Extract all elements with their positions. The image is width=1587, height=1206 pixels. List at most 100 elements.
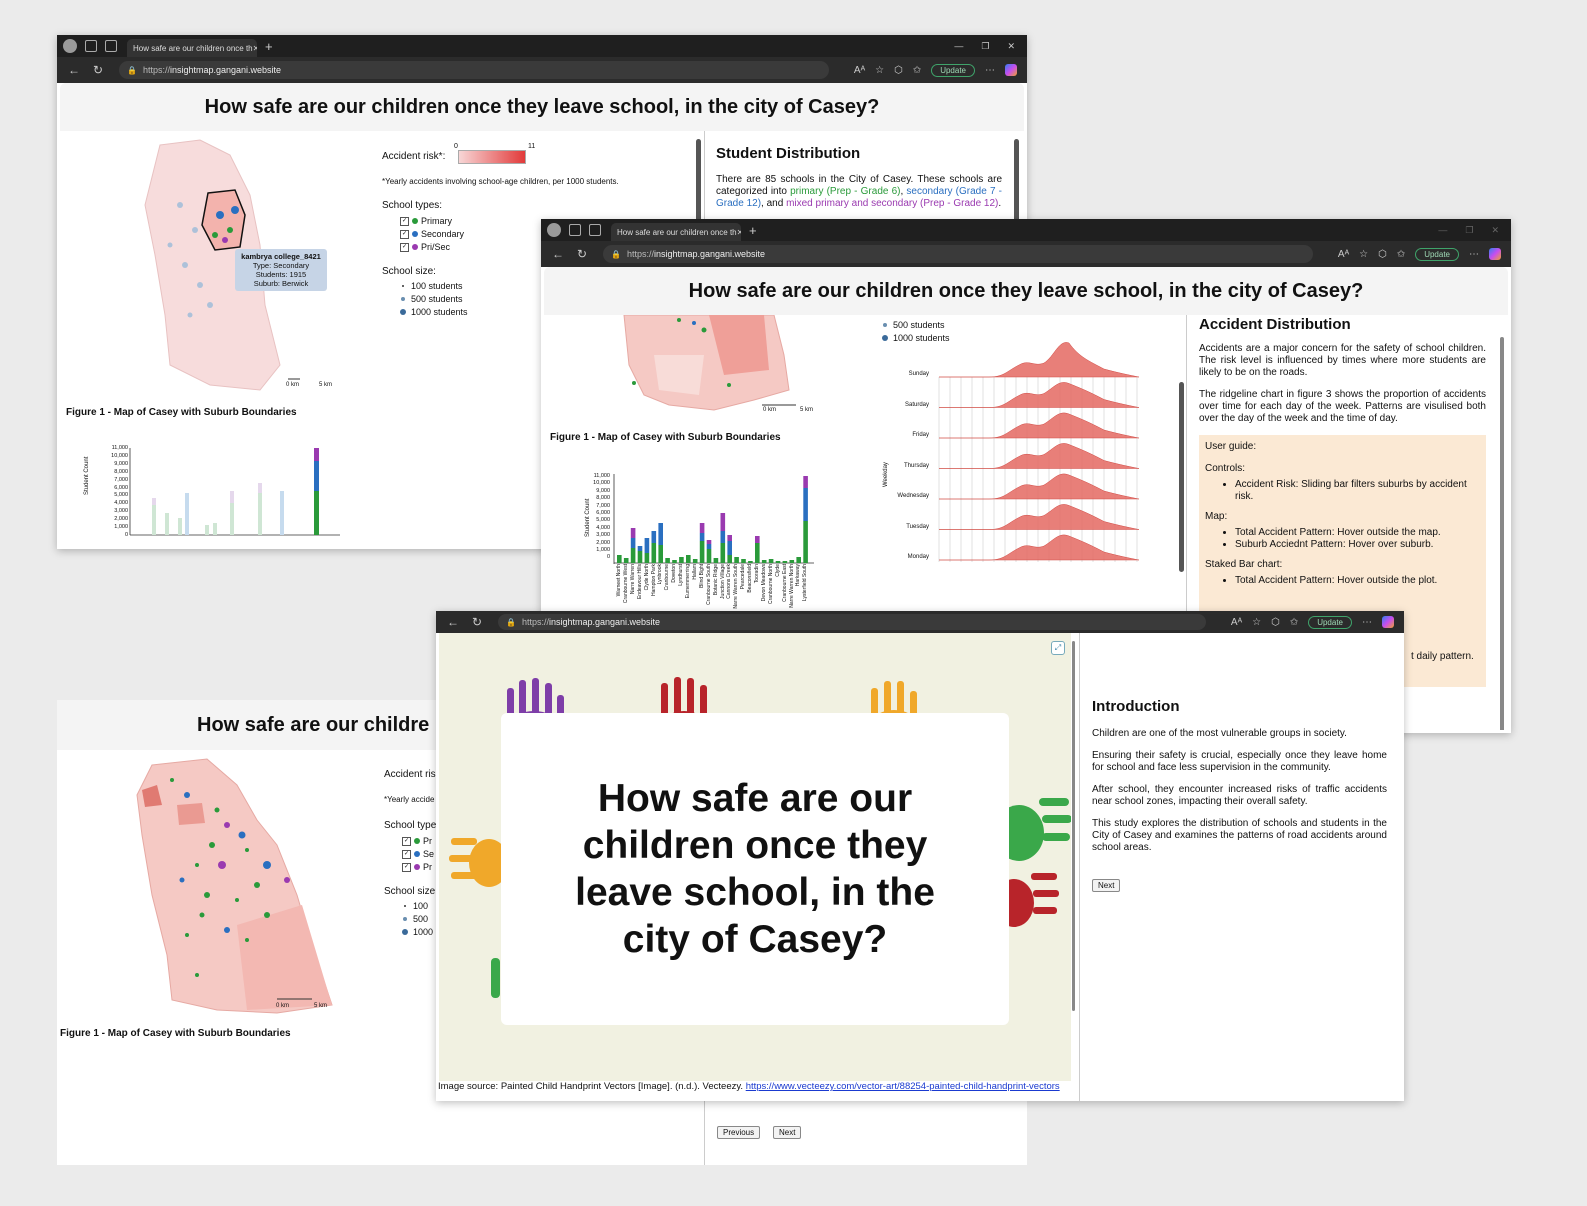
type-primary[interactable]: ✓ Pr — [402, 836, 434, 846]
new-tab-icon[interactable]: + — [749, 223, 757, 238]
workspaces-icon[interactable] — [85, 40, 97, 52]
extensions-icon[interactable]: ⬡ — [894, 65, 903, 76]
favorites-icon[interactable]: ✩ — [1290, 617, 1298, 628]
back-icon[interactable]: ← — [67, 63, 81, 77]
bar-segment[interactable] — [727, 541, 732, 555]
close-window-icon[interactable]: ✕ — [1491, 225, 1499, 236]
suburb-light[interactable] — [237, 905, 332, 1010]
tab-actions-icon[interactable] — [105, 40, 117, 52]
tab-close-icon[interactable]: ✕ — [737, 228, 741, 237]
bar-segment[interactable] — [630, 548, 636, 563]
read-aloud-icon[interactable]: Aᴬ — [854, 65, 865, 76]
previous-button[interactable]: Previous — [717, 1126, 761, 1139]
bar-segment[interactable] — [617, 555, 622, 563]
stacked-bar-chart[interactable] — [584, 472, 814, 564]
refresh-icon[interactable]: ↻ — [575, 247, 589, 261]
read-aloud-icon[interactable]: Aᴬ — [1231, 617, 1242, 628]
bar-segment[interactable] — [706, 544, 712, 549]
more-icon[interactable]: ⋯ — [985, 65, 995, 76]
bar-segment[interactable] — [630, 538, 636, 548]
checkbox-icon[interactable]: ✓ — [400, 216, 409, 226]
ridge-density-saturday[interactable] — [939, 382, 1140, 408]
bar-segment[interactable] — [686, 555, 691, 563]
new-tab-icon[interactable]: + — [265, 39, 273, 54]
bar-segment[interactable] — [672, 560, 677, 563]
bar-segment[interactable] — [699, 541, 705, 563]
bar-segment[interactable] — [755, 543, 760, 563]
copilot-icon[interactable] — [1005, 64, 1017, 76]
tab-actions-icon[interactable] — [589, 224, 601, 236]
next-button[interactable]: Next — [1092, 879, 1121, 892]
bar-segment[interactable] — [755, 536, 760, 543]
ridge-density-sunday[interactable] — [939, 342, 1140, 378]
bar-segment[interactable] — [727, 535, 732, 541]
type-prisec[interactable]: ✓ Pr — [402, 862, 434, 872]
minimize-icon[interactable]: — — [954, 41, 963, 52]
minimize-icon[interactable]: — — [1438, 225, 1447, 236]
ridge-density-thursday[interactable] — [939, 443, 1140, 469]
back-icon[interactable]: ← — [446, 615, 460, 629]
maximize-icon[interactable]: ❐ — [1465, 225, 1473, 236]
type-prisec[interactable]: ✓ Pri/Sec — [400, 242, 464, 252]
bar-segment[interactable] — [768, 559, 774, 563]
update-button[interactable]: Update — [931, 63, 975, 77]
update-button[interactable]: Update — [1415, 247, 1459, 261]
bar-segment[interactable] — [679, 557, 684, 563]
bar-segment[interactable] — [789, 560, 795, 563]
bar-segment[interactable] — [775, 561, 781, 563]
favorites-icon[interactable]: ✩ — [913, 65, 921, 76]
bar-segment[interactable] — [658, 545, 663, 563]
more-icon[interactable]: ⋯ — [1469, 249, 1479, 260]
bar-segment[interactable] — [630, 528, 636, 538]
url-field[interactable]: 🔒 https://insightmap.gangani.website — [603, 245, 1313, 263]
bar-segment[interactable] — [761, 560, 767, 563]
extensions-icon[interactable]: ⬡ — [1271, 617, 1280, 628]
refresh-icon[interactable]: ↻ — [91, 63, 105, 77]
ridge-density-tuesday[interactable] — [939, 504, 1140, 530]
more-icon[interactable]: ⋯ — [1362, 617, 1372, 628]
expand-icon[interactable]: ⤢ — [1051, 641, 1065, 655]
casey-map-full[interactable] — [127, 755, 337, 1025]
favorite-icon[interactable]: ☆ — [1359, 249, 1368, 260]
browser-tab[interactable]: How safe are our children once th ✕ — [127, 39, 257, 57]
checkbox-icon[interactable]: ✓ — [400, 229, 409, 239]
copilot-icon[interactable] — [1382, 616, 1394, 628]
favorite-icon[interactable]: ☆ — [1252, 617, 1261, 628]
type-secondary[interactable]: ✓ Secondary — [400, 229, 464, 239]
bar-segment[interactable] — [623, 558, 629, 563]
bar-segment[interactable] — [651, 543, 657, 563]
bar-segment[interactable] — [720, 513, 726, 531]
tab-close-icon[interactable]: ✕ — [253, 44, 257, 53]
url-field[interactable]: 🔒 https://insightmap.gangani.website — [119, 61, 829, 79]
workspaces-icon[interactable] — [569, 224, 581, 236]
bar-segment[interactable] — [803, 488, 808, 521]
bar-segment[interactable] — [644, 538, 650, 553]
bar-segment[interactable] — [803, 521, 808, 563]
refresh-icon[interactable]: ↻ — [470, 615, 484, 629]
side-scrollbar[interactable] — [1500, 337, 1504, 730]
bar-segment[interactable] — [782, 561, 788, 563]
url-field[interactable]: 🔒 https://insightmap.gangani.website — [498, 614, 1206, 630]
bar-segment[interactable] — [665, 558, 670, 563]
ridge-density-friday[interactable] — [939, 412, 1140, 439]
ridge-density-wednesday[interactable] — [939, 473, 1140, 500]
favorite-icon[interactable]: ☆ — [875, 65, 884, 76]
accident-risk-slider[interactable] — [458, 150, 526, 164]
bar-segment[interactable] — [803, 476, 808, 488]
bar-segment[interactable] — [720, 531, 726, 543]
bar-segment[interactable] — [727, 555, 732, 563]
checkbox-icon[interactable]: ✓ — [402, 849, 411, 859]
bar-series[interactable] — [152, 448, 319, 535]
checkbox-icon[interactable]: ✓ — [400, 242, 409, 252]
source-link[interactable]: https://www.vecteezy.com/vector-art/8825… — [746, 1081, 1060, 1092]
bar-segment[interactable] — [651, 531, 657, 543]
suburb-mid[interactable] — [177, 803, 205, 825]
bar-segment[interactable] — [741, 559, 746, 563]
browser-tab[interactable]: How safe are our children once th ✕ — [611, 223, 741, 241]
ridgeline-chart[interactable] — [929, 337, 1149, 562]
checkbox-icon[interactable]: ✓ — [402, 836, 411, 846]
next-button[interactable]: Next — [773, 1126, 802, 1139]
main-scrollbar[interactable] — [1072, 641, 1075, 1011]
type-primary[interactable]: ✓ Primary — [400, 216, 464, 226]
maximize-icon[interactable]: ❐ — [981, 41, 989, 52]
